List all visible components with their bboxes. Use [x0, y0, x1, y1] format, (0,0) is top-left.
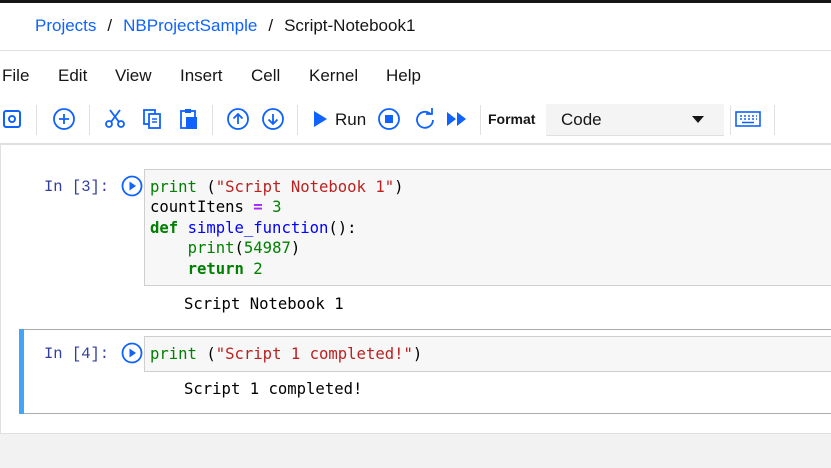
menu-file[interactable]: File	[2, 66, 29, 86]
run-icon[interactable]	[307, 106, 333, 132]
code-token: 3	[272, 198, 282, 217]
chevron-down-icon	[692, 116, 704, 123]
move-down-icon[interactable]	[260, 106, 286, 132]
code-token: simple_function	[187, 218, 329, 237]
cell-output: Script Notebook 1	[184, 295, 344, 313]
code-token: 2	[253, 259, 263, 278]
toolbar-divider	[297, 105, 298, 135]
menu-kernel[interactable]: Kernel	[309, 66, 358, 86]
breadcrumb-projects-link[interactable]: Projects	[35, 16, 96, 36]
code-line: print(54987)	[150, 238, 831, 258]
run-cell-icon[interactable]	[121, 175, 143, 197]
code-line: print ("Script Notebook 1")	[150, 177, 831, 197]
toolbar-divider	[730, 105, 731, 135]
code-token: )	[290, 239, 301, 258]
code-token: countItens	[150, 198, 254, 217]
menu-view[interactable]: View	[115, 66, 152, 86]
menu-bar: File Edit View Insert Cell Kernel Help	[0, 51, 831, 97]
breadcrumb-project-link[interactable]: NBProjectSample	[123, 16, 257, 36]
project-header: Projects / NBProjectSample / Script-Note…	[0, 3, 831, 51]
move-up-icon[interactable]	[225, 106, 251, 132]
cell-output: Script 1 completed!	[184, 380, 363, 398]
toolbar: Run Format Code	[0, 97, 831, 144]
code-token: =	[253, 198, 263, 217]
code-content: print ("Script 1 completed!")	[145, 337, 831, 364]
run-cell-icon[interactable]	[121, 342, 143, 364]
code-token: (	[234, 239, 244, 258]
code-token: print	[187, 239, 235, 258]
toolbar-divider	[36, 105, 37, 135]
toolbar-divider	[774, 105, 775, 135]
code-line: print ("Script 1 completed!")	[150, 344, 831, 364]
menu-insert[interactable]: Insert	[180, 66, 223, 86]
code-content: print ("Script Notebook 1") countItens = …	[145, 170, 831, 279]
code-token: 54987	[243, 239, 291, 258]
code-token: (	[196, 345, 216, 363]
menu-help[interactable]: Help	[386, 66, 421, 86]
code-editor[interactable]: print ("Script 1 completed!")	[144, 336, 831, 372]
paste-icon[interactable]	[175, 106, 201, 132]
code-token: ():	[328, 218, 357, 237]
stop-icon[interactable]	[376, 106, 402, 132]
toolbar-divider	[89, 105, 90, 135]
notebook-title: Script-Notebook1	[284, 16, 416, 35]
code-editor[interactable]: print ("Script Notebook 1") countItens = …	[144, 169, 831, 286]
menu-edit[interactable]: Edit	[58, 66, 87, 86]
code-token: (	[196, 178, 216, 196]
code-line: return 2	[150, 259, 831, 279]
breadcrumb: Projects / NBProjectSample / Script-Note…	[35, 16, 415, 36]
code-token: "Script Notebook 1"	[215, 178, 395, 196]
code-line: countItens = 3	[150, 197, 831, 217]
code-line: def simple_function():	[150, 218, 831, 238]
code-token: print	[150, 178, 197, 196]
cell-format-value: Code	[561, 110, 602, 129]
breadcrumb-separator: /	[107, 16, 113, 35]
cell-prompt: In [4]:	[44, 345, 110, 363]
cut-icon[interactable]	[102, 106, 128, 132]
toolbar-divider	[212, 105, 213, 135]
cell-prompt: In [3]:	[44, 178, 110, 196]
breadcrumb-separator: /	[268, 16, 274, 35]
copy-icon[interactable]	[139, 106, 165, 132]
selected-cell-indicator	[19, 329, 24, 414]
code-token: return	[187, 259, 244, 278]
format-label: Format	[488, 111, 536, 127]
save-icon[interactable]	[0, 106, 26, 132]
cell-format-select[interactable]: Code	[546, 104, 724, 136]
code-token: def	[150, 218, 179, 237]
code-token: )	[412, 345, 423, 363]
code-token: )	[394, 178, 404, 196]
run-button-label[interactable]: Run	[335, 110, 366, 130]
run-all-icon[interactable]	[444, 106, 470, 132]
code-token: print	[150, 345, 197, 363]
keyboard-icon[interactable]	[735, 106, 761, 132]
add-cell-icon[interactable]	[51, 106, 77, 132]
restart-icon[interactable]	[412, 106, 438, 132]
toolbar-divider	[480, 105, 481, 135]
menu-cell[interactable]: Cell	[251, 66, 280, 86]
code-token: "Script 1 completed!"	[215, 345, 413, 363]
